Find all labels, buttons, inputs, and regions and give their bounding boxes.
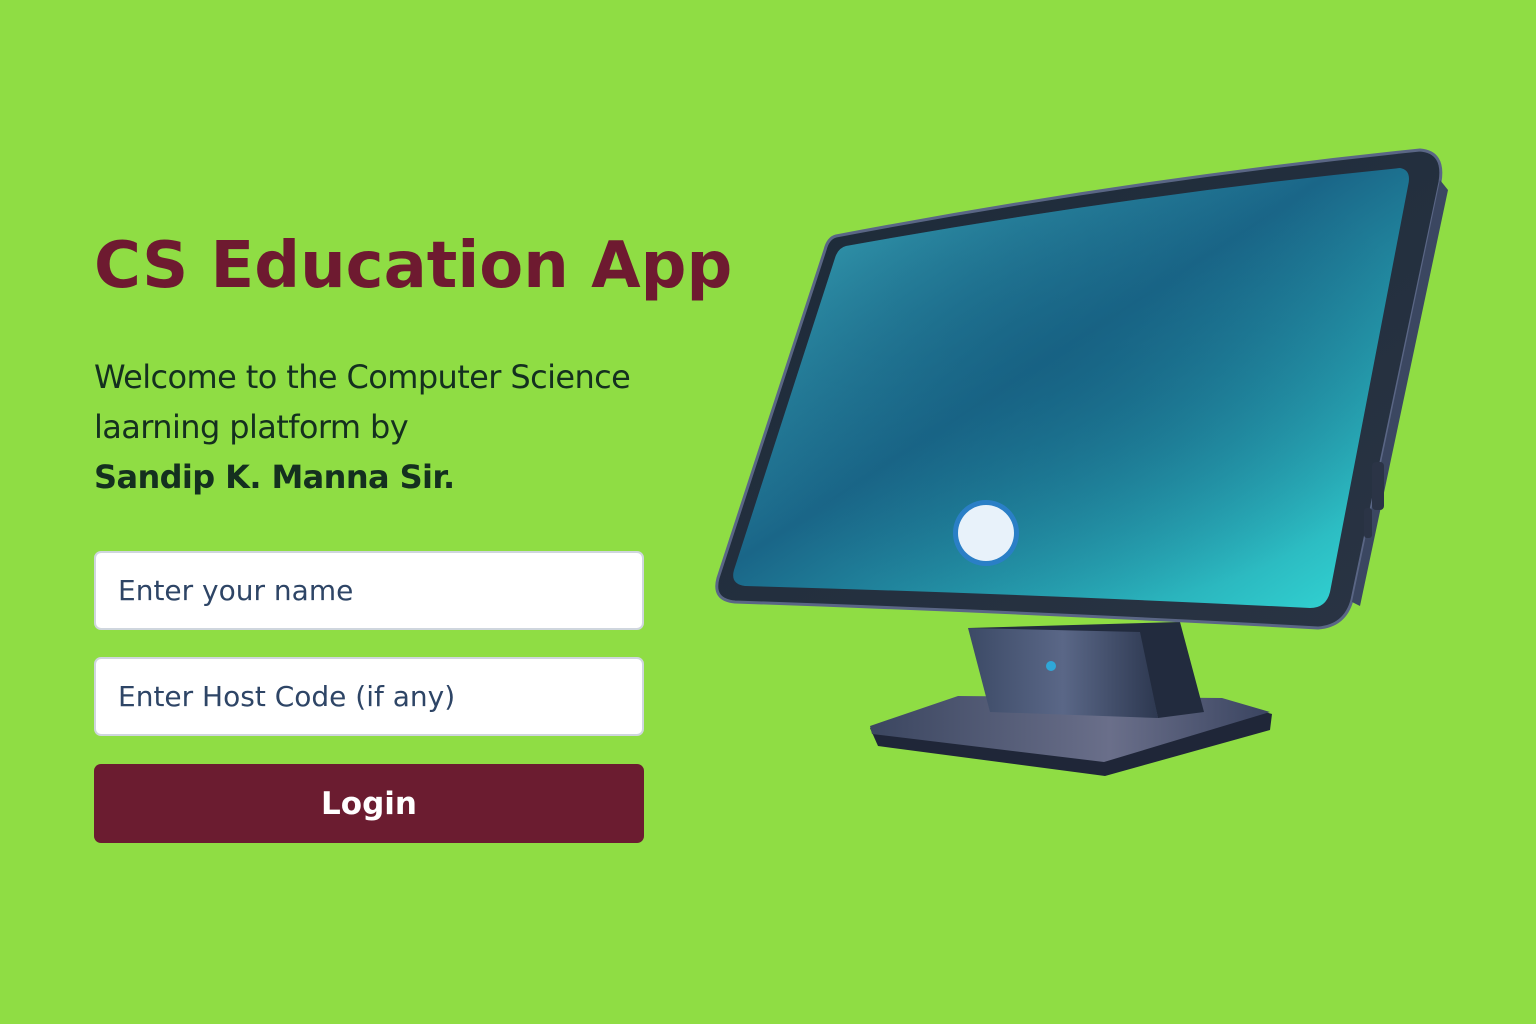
monitor-icon: [700, 130, 1460, 800]
name-input[interactable]: [94, 551, 644, 630]
welcome-line-1: Welcome to the Computer Science: [94, 358, 631, 396]
host-code-input[interactable]: [94, 657, 644, 736]
page-title: CS Education App: [94, 229, 733, 303]
welcome-text: Welcome to the Computer Science laarning…: [94, 352, 754, 502]
login-page: CS Education App Welcome to the Computer…: [0, 0, 1536, 1024]
welcome-line-2: laarning platform by: [94, 408, 409, 446]
login-button[interactable]: Login: [94, 764, 644, 843]
welcome-author: Sandip K. Manna Sir.: [94, 458, 455, 496]
login-form: Login: [94, 551, 644, 843]
intro-section: CS Education App Welcome to the Computer…: [94, 222, 754, 502]
